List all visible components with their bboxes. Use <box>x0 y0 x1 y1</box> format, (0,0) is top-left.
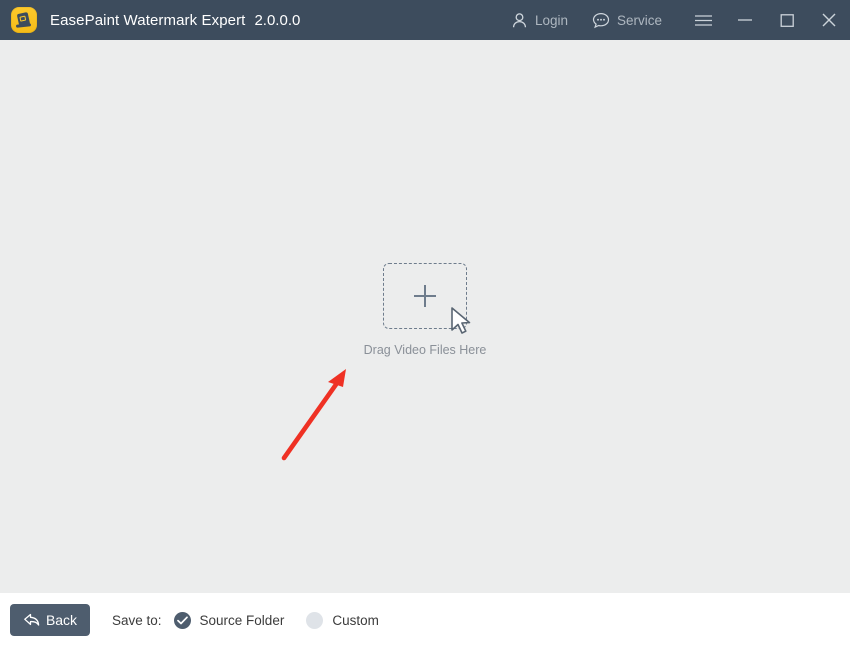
close-button[interactable] <box>808 0 850 40</box>
radio-source-folder-label[interactable]: Source Folder <box>200 613 285 628</box>
app-icon-base-shape <box>15 23 32 28</box>
save-to-label: Save to: <box>112 612 162 628</box>
radio-source-folder[interactable] <box>173 611 191 629</box>
radio-custom[interactable] <box>306 611 324 629</box>
save-to-group: Save to: Source Folder Custom <box>112 604 401 636</box>
login-label: Login <box>534 12 568 28</box>
back-arrow-icon <box>23 613 40 627</box>
minimize-icon <box>738 19 752 21</box>
back-button[interactable]: Back <box>10 604 90 636</box>
chat-bubble-icon <box>592 12 610 28</box>
title-bar: EasePaint Watermark Expert 2.0.0.0 Login… <box>0 0 850 40</box>
hamburger-menu-icon <box>694 14 712 26</box>
login-button[interactable]: Login <box>507 0 572 40</box>
close-icon <box>822 13 836 27</box>
plus-icon <box>414 285 436 307</box>
radio-custom-label[interactable]: Custom <box>332 613 379 628</box>
red-arrow-annotation <box>281 369 346 461</box>
mouse-pointer-icon <box>451 307 471 334</box>
main-canvas: Drag Video Files Here <box>0 40 850 593</box>
video-dropzone[interactable]: Drag Video Files Here <box>0 40 850 593</box>
menu-button[interactable] <box>682 0 724 40</box>
check-icon <box>176 615 188 624</box>
easepaint-app-icon <box>11 7 37 33</box>
application-window: EasePaint Watermark Expert 2.0.0.0 Login… <box>0 0 850 650</box>
window-title: EasePaint Watermark Expert <box>50 11 246 29</box>
maximize-button[interactable] <box>766 0 808 40</box>
service-button[interactable]: Service <box>588 0 666 40</box>
window-version: 2.0.0.0 <box>254 11 301 29</box>
back-label: Back <box>45 612 78 628</box>
minimize-button[interactable] <box>724 0 766 40</box>
footer-bar: Back Save to: Source Folder Custom VIP B… <box>0 593 850 650</box>
user-icon <box>512 12 526 27</box>
service-label: Service <box>616 12 662 28</box>
dropzone-label: Drag Video Files Here <box>363 343 487 357</box>
titlebar-controls: Login Service <box>507 0 850 40</box>
maximize-icon <box>780 13 794 27</box>
